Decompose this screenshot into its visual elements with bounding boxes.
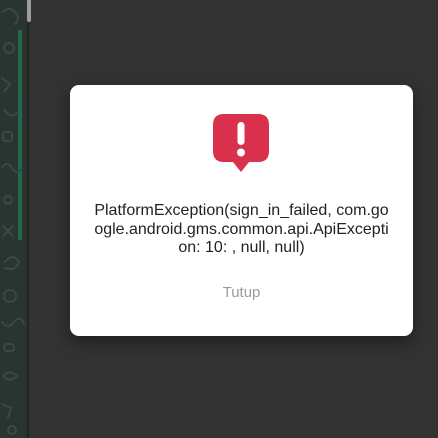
error-dialog: PlatformException(sign_in_failed, com.go… (70, 85, 413, 336)
doodle-pattern (1, 8, 25, 435)
error-message: PlatformException(sign_in_failed, com.go… (94, 202, 389, 256)
scrollbar-thumb[interactable] (27, 0, 31, 22)
alert-bubble-icon (213, 114, 269, 172)
close-button[interactable]: Tutup (200, 281, 283, 303)
panel-divider (27, 0, 29, 438)
screen: PlatformException(sign_in_failed, com.go… (0, 0, 438, 438)
background-app-panel (0, 0, 27, 438)
